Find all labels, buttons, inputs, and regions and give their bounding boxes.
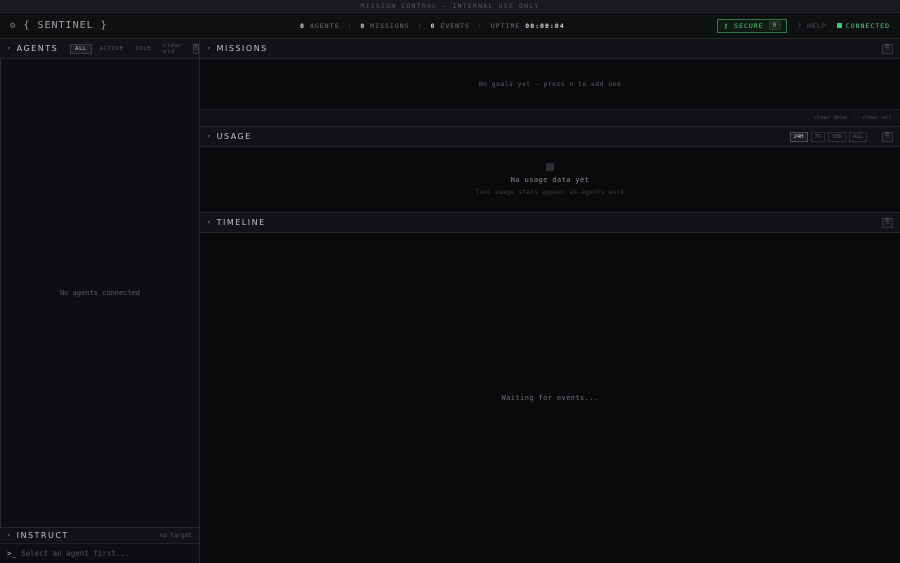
usage-empty-subtext: Tool usage stats appear as agents work: [475, 189, 625, 196]
instruct-title: INSTRUCT: [16, 531, 69, 540]
top-bar: ⚙ { SENTINEL } 0 AGENTS | 0 MISSIONS | 0 EV…: [0, 13, 900, 39]
range-7d[interactable]: 7D: [810, 131, 826, 142]
gear-icon: ⚙: [10, 20, 17, 31]
collapse-caret-icon[interactable]: ▾: [207, 219, 211, 226]
collapse-caret-icon[interactable]: ▾: [7, 532, 11, 539]
instruct-header: ▾ INSTRUCT no target: [0, 527, 199, 544]
prompt-icon: >_: [7, 549, 17, 558]
stat-missions: 0 MISSIONS: [360, 22, 409, 30]
collapse-caret-icon[interactable]: ▾: [7, 45, 11, 52]
top-right-controls: ⚷ SECURE 0 ? HELP CONNECTED: [717, 18, 890, 33]
usage-header: ▾ USAGE 24H 7D 30D ALL ⎘: [200, 127, 900, 147]
range-all[interactable]: ALL: [849, 131, 867, 142]
instruct-input[interactable]: [21, 549, 182, 558]
agents-title: AGENTS: [16, 44, 59, 53]
timeline-copy-button[interactable]: ⎘: [882, 217, 893, 228]
instruct-input-row: >_: [0, 544, 199, 563]
stats-bar: 0 AGENTS | 0 MISSIONS | 0 EVENTS | UPTIME 00…: [300, 22, 565, 30]
main-area: ▾ AGENTS ALL ACTIVE IDLE clear old ⎘ No …: [0, 39, 900, 563]
agents-copy-button[interactable]: ⎘: [192, 43, 199, 54]
agents-column: ▾ AGENTS ALL ACTIVE IDLE clear old ⎘ No …: [0, 39, 200, 563]
missions-label: MISSIONS: [370, 21, 410, 30]
collapse-caret-icon[interactable]: ▾: [207, 45, 211, 52]
filter-active[interactable]: ACTIVE: [96, 45, 127, 53]
filter-all[interactable]: ALL: [70, 43, 92, 54]
right-column: ▾ MISSIONS ⎘ No goals yet — press n to a…: [200, 39, 900, 563]
uptime-value: 00:00:04: [525, 21, 565, 30]
missions-copy-button[interactable]: ⎘: [882, 43, 893, 54]
collapse-caret-icon[interactable]: ▾: [207, 133, 211, 140]
missions-header: ▾ MISSIONS ⎘: [200, 39, 900, 59]
stat-uptime: UPTIME 00:00:04: [491, 22, 565, 30]
agent-filters: ALL ACTIVE IDLE clear old: [70, 42, 186, 56]
usage-empty-message: No usage data yet: [510, 176, 590, 184]
app-title: { SENTINEL }: [23, 20, 108, 31]
timeline-panel-body: Waiting for events...: [200, 233, 900, 563]
key-icon: ⚷: [723, 21, 730, 30]
status-dot-icon: [836, 23, 842, 28]
top-banner: MISSION CONTROL — INTERNAL USE ONLY: [0, 0, 900, 13]
stat-agents: 0 AGENTS: [300, 22, 339, 30]
usage-panel-body: No usage data yet Tool usage stats appea…: [200, 147, 900, 213]
divider: |: [852, 115, 857, 121]
missions-footer: clear done | clear all: [200, 109, 900, 127]
filter-idle[interactable]: IDLE: [131, 45, 155, 53]
secure-button[interactable]: ⚷ SECURE 0: [717, 18, 788, 33]
missions-empty-message: No goals yet — press n to add one: [478, 80, 622, 88]
range-24h[interactable]: 24H: [789, 131, 808, 142]
instruct-target: no target: [159, 532, 192, 539]
agents-header: ▾ AGENTS ALL ACTIVE IDLE clear old ⎘: [0, 39, 199, 59]
agents-list: No agents connected: [0, 59, 199, 527]
clear-all-button[interactable]: clear all: [862, 115, 892, 121]
range-30d[interactable]: 30D: [828, 131, 847, 142]
uptime-label: UPTIME: [490, 21, 521, 30]
missions-count: 0: [360, 21, 366, 30]
divider: |: [417, 21, 423, 30]
events-label: EVENTS: [440, 21, 470, 30]
missions-title: MISSIONS: [216, 44, 268, 53]
brand: ⚙ { SENTINEL }: [10, 20, 108, 31]
agents-empty-message: No agents connected: [59, 289, 141, 297]
divider: |: [477, 21, 483, 30]
help-button[interactable]: ? HELP: [797, 22, 826, 30]
divider: |: [347, 21, 353, 30]
agents-count: 0: [300, 21, 305, 30]
connection-label: CONNECTED: [845, 21, 890, 30]
clear-old-button[interactable]: clear old: [159, 42, 187, 56]
chart-placeholder-icon: [546, 163, 554, 171]
agents-label: AGENTS: [309, 21, 340, 30]
timeline-title: TIMELINE: [216, 218, 266, 227]
events-count: 0: [430, 21, 436, 30]
timeline-empty-message: Waiting for events...: [501, 394, 599, 402]
usage-title: USAGE: [216, 132, 252, 141]
stat-events: 0 EVENTS: [430, 22, 469, 30]
timeline-header: ▾ TIMELINE ⎘: [200, 213, 900, 233]
secure-label: SECURE: [734, 21, 764, 30]
connection-status: CONNECTED: [836, 21, 890, 30]
usage-range-selector: 24H 7D 30D ALL: [789, 131, 867, 142]
missions-list: No goals yet — press n to add one: [200, 59, 900, 109]
secure-count: 0: [768, 21, 782, 30]
usage-copy-button[interactable]: ⎘: [882, 131, 893, 142]
clear-done-button[interactable]: clear done: [814, 115, 847, 121]
